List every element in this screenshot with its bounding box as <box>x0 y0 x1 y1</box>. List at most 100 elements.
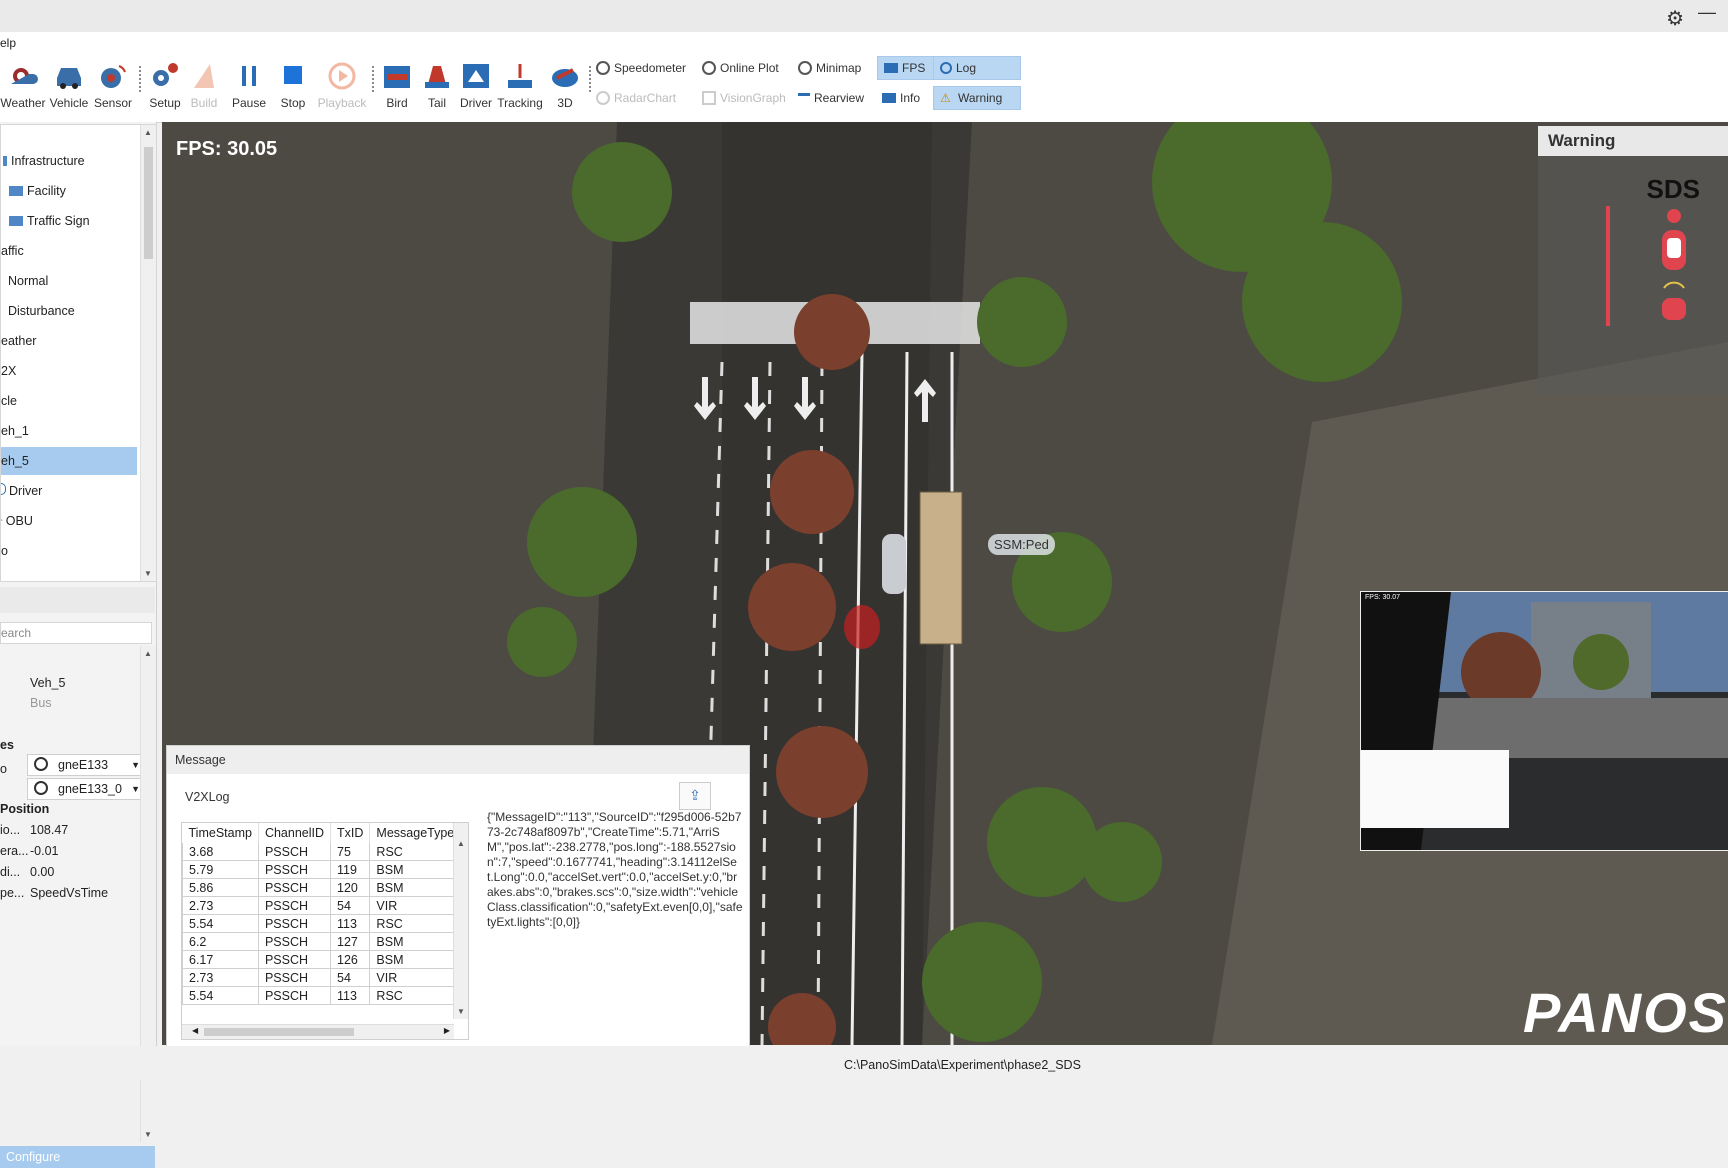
tree-item-v2x[interactable]: 2X <box>1 357 137 385</box>
tree-item-weather[interactable]: eather <box>1 327 137 355</box>
scroll-up-icon[interactable]: ▲ <box>144 649 152 658</box>
tree-item-facility[interactable]: Facility <box>9 177 145 205</box>
tree-item-infrastructure[interactable]: Infrastructure <box>3 147 139 175</box>
tree-item-normal[interactable]: Normal <box>8 267 144 295</box>
search-icon <box>34 757 48 771</box>
status-bar: C:\PanoSimData\Experiment\phase2_SDS <box>0 1046 1728 1080</box>
fps-icon <box>884 63 898 73</box>
table-vertical-scrollbar[interactable]: ▲ ▼ <box>453 823 468 1019</box>
left-panel: Infrastructure Facility Traffic Sign aff… <box>0 122 157 1168</box>
tree-scroll-thumb[interactable] <box>144 147 153 259</box>
3d-view-icon <box>552 68 578 87</box>
tree-item-obu[interactable]: ‘OBU <box>1 507 137 535</box>
minimap-toggle[interactable]: Minimap <box>798 57 861 79</box>
column-header[interactable]: MessageType <box>369 823 462 843</box>
tree-item-traffic-sign[interactable]: Traffic Sign <box>9 207 145 235</box>
warning-toggle[interactable]: ⚠ Warning <box>933 86 1021 110</box>
column-header[interactable]: ChannelID <box>258 823 332 843</box>
table-row[interactable]: 2.73 PSSCH 54 VIR <box>182 896 462 915</box>
warning-panel: Warning SDS <box>1538 126 1728 394</box>
scroll-down-icon[interactable]: ▼ <box>457 1007 465 1016</box>
tree-item-driver[interactable]: Driver <box>1 477 137 505</box>
log-toggle[interactable]: Log <box>933 56 1021 80</box>
tracking-view-icon <box>508 64 532 88</box>
scroll-down-icon[interactable]: ▼ <box>144 569 152 578</box>
camera-fps: FPS: 30.07 <box>1365 594 1401 601</box>
tracking-view-button[interactable]: Tracking <box>494 52 546 120</box>
warning-icon: ⚠ <box>940 91 951 105</box>
info-toggle[interactable]: Info <box>882 87 920 109</box>
tree-item-disturbance[interactable]: Disturbance <box>8 297 144 325</box>
pause-button[interactable]: Pause <box>226 52 272 120</box>
prop-key: di... <box>0 865 21 879</box>
prop-value[interactable]: 0.00 <box>30 865 54 879</box>
folder-icon <box>3 156 7 166</box>
radarchart-toggle[interactable]: RadarChart <box>596 87 676 109</box>
speedometer-icon <box>596 61 610 75</box>
scroll-right-icon[interactable]: ▶ <box>444 1026 450 1035</box>
table-row[interactable]: 2.73 PSSCH 54 VIR <box>182 968 462 987</box>
driver-view-button[interactable]: Driver <box>452 52 500 120</box>
fps-overlay: FPS: 30.05 <box>176 138 278 160</box>
rearview-toggle[interactable]: Rearview <box>798 87 864 109</box>
table-row[interactable]: 5.54 PSSCH 113 RSC <box>182 914 462 933</box>
table-row[interactable]: 5.79 PSSCH 119 BSM <box>182 860 462 879</box>
v2x-log-table: TimeStamp ChannelID TxID MessageType 3.6… <box>181 822 469 1040</box>
column-header[interactable]: TxID <box>330 823 371 843</box>
folder-icon <box>9 186 23 196</box>
playback-button[interactable]: Playback <box>316 52 368 120</box>
rearview-camera-window[interactable]: FPS: 30.07 <box>1360 591 1728 851</box>
info-icon <box>882 93 896 103</box>
stop-button[interactable]: Stop <box>270 52 316 120</box>
search-icon <box>34 781 48 795</box>
lane-select[interactable]: gneE133_0 ▼ <box>27 778 145 800</box>
panel-splitter[interactable] <box>0 587 155 613</box>
column-header[interactable]: TimeStamp <box>182 823 259 843</box>
table-header-row: TimeStamp ChannelID TxID MessageType <box>182 823 462 843</box>
visiongraph-toggle[interactable]: VisionGraph <box>702 87 786 109</box>
table-row[interactable]: 3.68 PSSCH 75 RSC <box>182 843 462 861</box>
table-hscroll-thumb[interactable] <box>204 1028 354 1036</box>
prop-key: pe... <box>0 886 25 900</box>
stop-icon <box>284 66 302 84</box>
warning-gauge <box>1606 206 1610 326</box>
tail-view-icon <box>425 66 449 88</box>
minimize-button[interactable]: — <box>1698 2 1716 23</box>
prop-value[interactable]: SpeedVsTime <box>30 886 108 900</box>
build-button[interactable]: Build <box>181 52 227 120</box>
3d-view-button[interactable]: 3D <box>542 52 588 120</box>
property-search-input[interactable]: earch <box>0 622 152 644</box>
tree-item-veh-5[interactable]: eh_5 <box>1 447 137 475</box>
prop-value[interactable]: -0.01 <box>30 844 59 858</box>
tree-item-truncated[interactable]: o <box>1 537 137 565</box>
tree-scrollbar[interactable]: ▲ ▼ <box>140 125 156 581</box>
menu-help[interactable]: elp <box>0 36 16 50</box>
table-row[interactable]: 5.54 PSSCH 113 RSC <box>182 986 462 1005</box>
vehicle-button[interactable]: Vehicle <box>46 52 92 120</box>
scroll-up-icon[interactable]: ▲ <box>457 839 465 848</box>
build-icon <box>194 64 214 88</box>
message-json-detail: {"MessageID":"113","SourceID":"f295d006-… <box>487 810 743 929</box>
sds-label: SDS <box>1646 174 1700 204</box>
sensor-button[interactable]: Sensor <box>90 52 136 120</box>
online-plot-toggle[interactable]: Online Plot <box>702 57 779 79</box>
table-horizontal-scrollbar[interactable]: ◀ ▶ <box>182 1024 454 1039</box>
scroll-left-icon[interactable]: ◀ <box>192 1026 198 1035</box>
gear-icon[interactable]: ⚙ <box>1666 6 1684 31</box>
scroll-up-icon[interactable]: ▲ <box>144 128 152 137</box>
speedometer-toggle[interactable]: Speedometer <box>596 57 686 79</box>
weather-button[interactable]: Weather <box>0 52 46 120</box>
configure-button[interactable]: Configure <box>0 1146 155 1168</box>
tree-item-veh-1[interactable]: eh_1 <box>1 417 137 445</box>
chevron-down-icon: ▼ <box>131 784 140 794</box>
tree-item-traffic[interactable]: affic <box>1 237 137 265</box>
table-row[interactable]: 6.2 PSSCH 127 BSM <box>182 932 462 951</box>
scroll-down-icon[interactable]: ▼ <box>144 1130 152 1139</box>
table-row[interactable]: 5.86 PSSCH 120 BSM <box>182 878 462 897</box>
ribbon-toolbar: Weather Vehicle Sensor Setup Build Pause… <box>0 52 1728 123</box>
table-row[interactable]: 6.17 PSSCH 126 BSM <box>182 950 462 969</box>
prop-value[interactable]: 108.47 <box>30 823 68 837</box>
export-button[interactable]: ⇪ <box>679 782 711 810</box>
tree-item-vehicle[interactable]: cle <box>1 387 137 415</box>
road-select[interactable]: gneE133 ▼ <box>27 754 145 776</box>
